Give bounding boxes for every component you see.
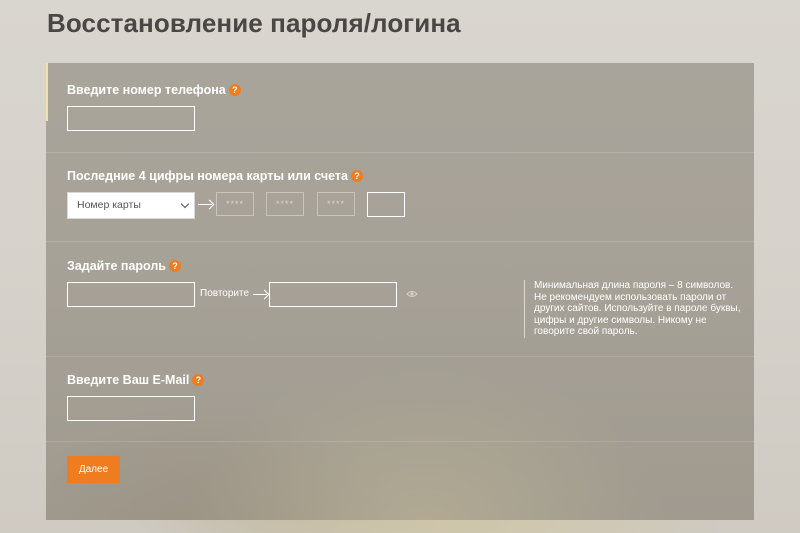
card-group-1[interactable]: **** <box>216 192 254 216</box>
arrow-right-icon <box>253 289 270 300</box>
card-help-icon[interactable]: ? <box>351 169 363 182</box>
password-recovery-form: Введите номер телефона? Последние 4 цифр… <box>46 63 754 520</box>
eye-icon[interactable] <box>406 288 418 300</box>
page-title: Восстановление пароля/логина <box>47 8 461 38</box>
section-divider <box>46 441 754 442</box>
email-label-text: Введите Ваш E-Mail <box>67 373 190 387</box>
password-label: Задайте пароль? <box>67 259 181 273</box>
password-label-text: Задайте пароль <box>67 259 166 273</box>
card-type-select[interactable]: Номер карты <box>67 192 195 219</box>
next-button[interactable]: Далее <box>67 456 120 483</box>
card-group-2[interactable]: **** <box>266 192 304 216</box>
password-hint: Минимальная длина пароля – 8 символов. Н… <box>524 280 744 338</box>
phone-input[interactable] <box>67 106 195 131</box>
section-divider <box>46 241 754 242</box>
active-section-marker <box>46 63 48 121</box>
section-divider <box>46 152 754 153</box>
chevron-down-icon <box>180 199 190 209</box>
password-input[interactable] <box>67 282 195 307</box>
card-digits-label-text: Последние 4 цифры номера карты или счета <box>67 169 348 183</box>
email-input[interactable] <box>67 396 195 421</box>
repeat-password-input[interactable] <box>269 282 397 307</box>
card-last-digits-input[interactable] <box>367 192 405 217</box>
email-label: Введите Ваш E-Mail? <box>67 373 205 387</box>
arrow-right-icon <box>198 199 215 210</box>
phone-label-text: Введите номер телефона <box>67 83 226 97</box>
password-help-icon[interactable]: ? <box>169 259 181 272</box>
card-group-3[interactable]: **** <box>317 192 355 216</box>
repeat-password-label: Повторите <box>200 288 250 299</box>
section-divider <box>46 356 754 357</box>
email-help-icon[interactable]: ? <box>192 373 205 386</box>
phone-help-icon[interactable]: ? <box>228 83 241 96</box>
card-type-select-value: Номер карты <box>77 199 141 211</box>
phone-label: Введите номер телефона? <box>67 83 241 97</box>
card-digits-label: Последние 4 цифры номера карты или счета… <box>67 169 363 183</box>
